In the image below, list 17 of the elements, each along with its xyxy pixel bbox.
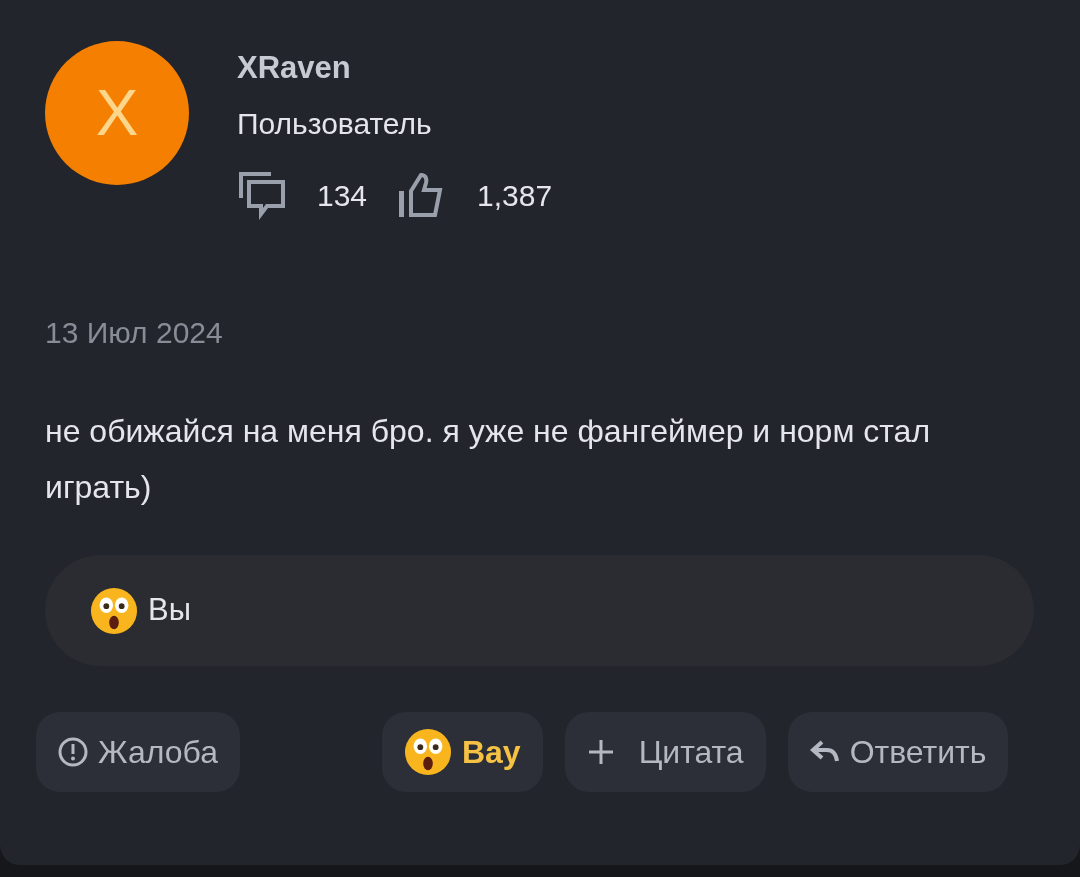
username[interactable]: XRaven [237, 51, 553, 86]
warning-icon [58, 737, 88, 768]
comments-icon [237, 170, 287, 221]
post-date: 13 Июл 2024 [45, 315, 224, 352]
reactions-text: Вы [148, 591, 191, 630]
post-message: не обижайся на меня бро. я уже не фангеймер и норм стал играть) [45, 412, 932, 508]
reaction-button[interactable]: Вау [381, 712, 543, 793]
reply-button[interactable]: Ответить [787, 712, 1009, 793]
plus-icon [586, 738, 615, 767]
astonished-face-icon [90, 586, 138, 635]
reactions-bar[interactable]: Вы [45, 555, 1034, 667]
report-button[interactable]: Жалоба [36, 712, 240, 793]
quote-button[interactable]: Цитата [564, 712, 766, 793]
user-role: Пользователь [237, 106, 433, 143]
astonished-face-icon [403, 728, 452, 777]
message-count: 134 [317, 177, 368, 214]
like-count: 1,387 [477, 177, 553, 214]
